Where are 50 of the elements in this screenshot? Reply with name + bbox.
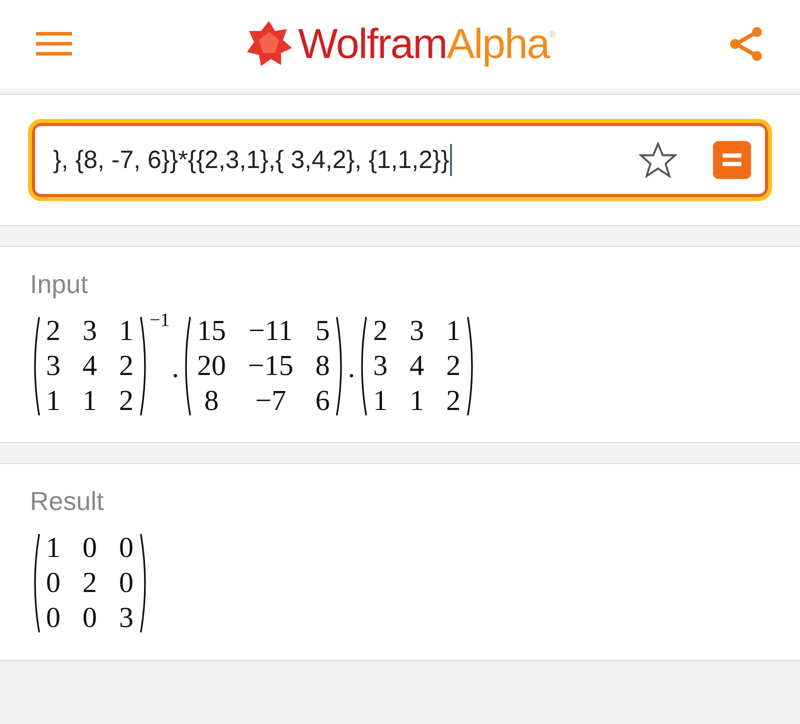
matrix-entry: 1 [46, 531, 60, 566]
dot-operator: . [170, 352, 180, 385]
matrix-entry: 5 [315, 314, 330, 349]
star-logo-icon [244, 19, 294, 69]
registered-mark: ® [549, 29, 556, 39]
logo-wordmark: Alpha [446, 20, 550, 68]
exponent: −1 [150, 310, 170, 332]
matrix-entry: 1 [46, 384, 60, 418]
matrix-entry: 1 [410, 384, 424, 418]
star-icon[interactable] [639, 141, 677, 179]
matrix-entry: 8 [315, 348, 330, 384]
matrix-entry: 3 [46, 348, 60, 384]
matrix-entry: 2 [373, 314, 388, 349]
matrix-entry: 0 [119, 566, 134, 601]
matrix-entry: 20 [196, 348, 226, 384]
matrix-entry: 0 [119, 531, 134, 566]
equals-button[interactable] [713, 141, 751, 179]
matrix-entry: 3 [410, 314, 424, 349]
matrix-entry: 1 [446, 314, 461, 349]
matrix-entry: 1 [82, 384, 97, 418]
matrix-entry: 2 [82, 566, 97, 601]
matrix-entry: 0 [82, 600, 97, 636]
dot-operator: . [346, 352, 356, 385]
matrix-entry: 8 [204, 384, 219, 418]
logo-wordmark: Wolfram [298, 20, 447, 68]
matrix-entry: 0 [46, 600, 60, 636]
pod-title: Result [30, 486, 105, 518]
matrix-entry: 1 [119, 314, 134, 349]
matrix-entry: 3 [119, 600, 134, 636]
matrix-entry: 4 [410, 348, 424, 384]
matrix-entry: 2 [446, 348, 461, 384]
matrix-entry: 3 [82, 314, 97, 349]
matrix-entry: 1 [373, 384, 388, 418]
matrix-entry: 2 [46, 314, 60, 349]
matrix-entry: 3 [373, 348, 388, 384]
share-icon[interactable] [728, 25, 764, 63]
matrix-entry: 0 [82, 531, 97, 566]
pod-title: Input [30, 269, 89, 300]
matrix-entry: 2 [119, 348, 134, 384]
search-input[interactable]: }, {8, -7, 6}}*{{2,3,1},{ 3,4,2}, {1,1,2}} [53, 144, 629, 176]
matrix-entry: 4 [82, 348, 97, 384]
matrix-entry: −11 [248, 314, 293, 349]
matrix-entry: −15 [248, 348, 294, 384]
menu-icon[interactable] [36, 30, 72, 58]
matrix-entry: 2 [446, 384, 461, 418]
matrix-entry: 2 [119, 384, 134, 418]
matrix-entry: −7 [255, 384, 286, 418]
matrix-entry: 0 [46, 566, 60, 601]
matrix-entry: 15 [196, 314, 226, 349]
matrix-entry: 6 [315, 384, 330, 418]
